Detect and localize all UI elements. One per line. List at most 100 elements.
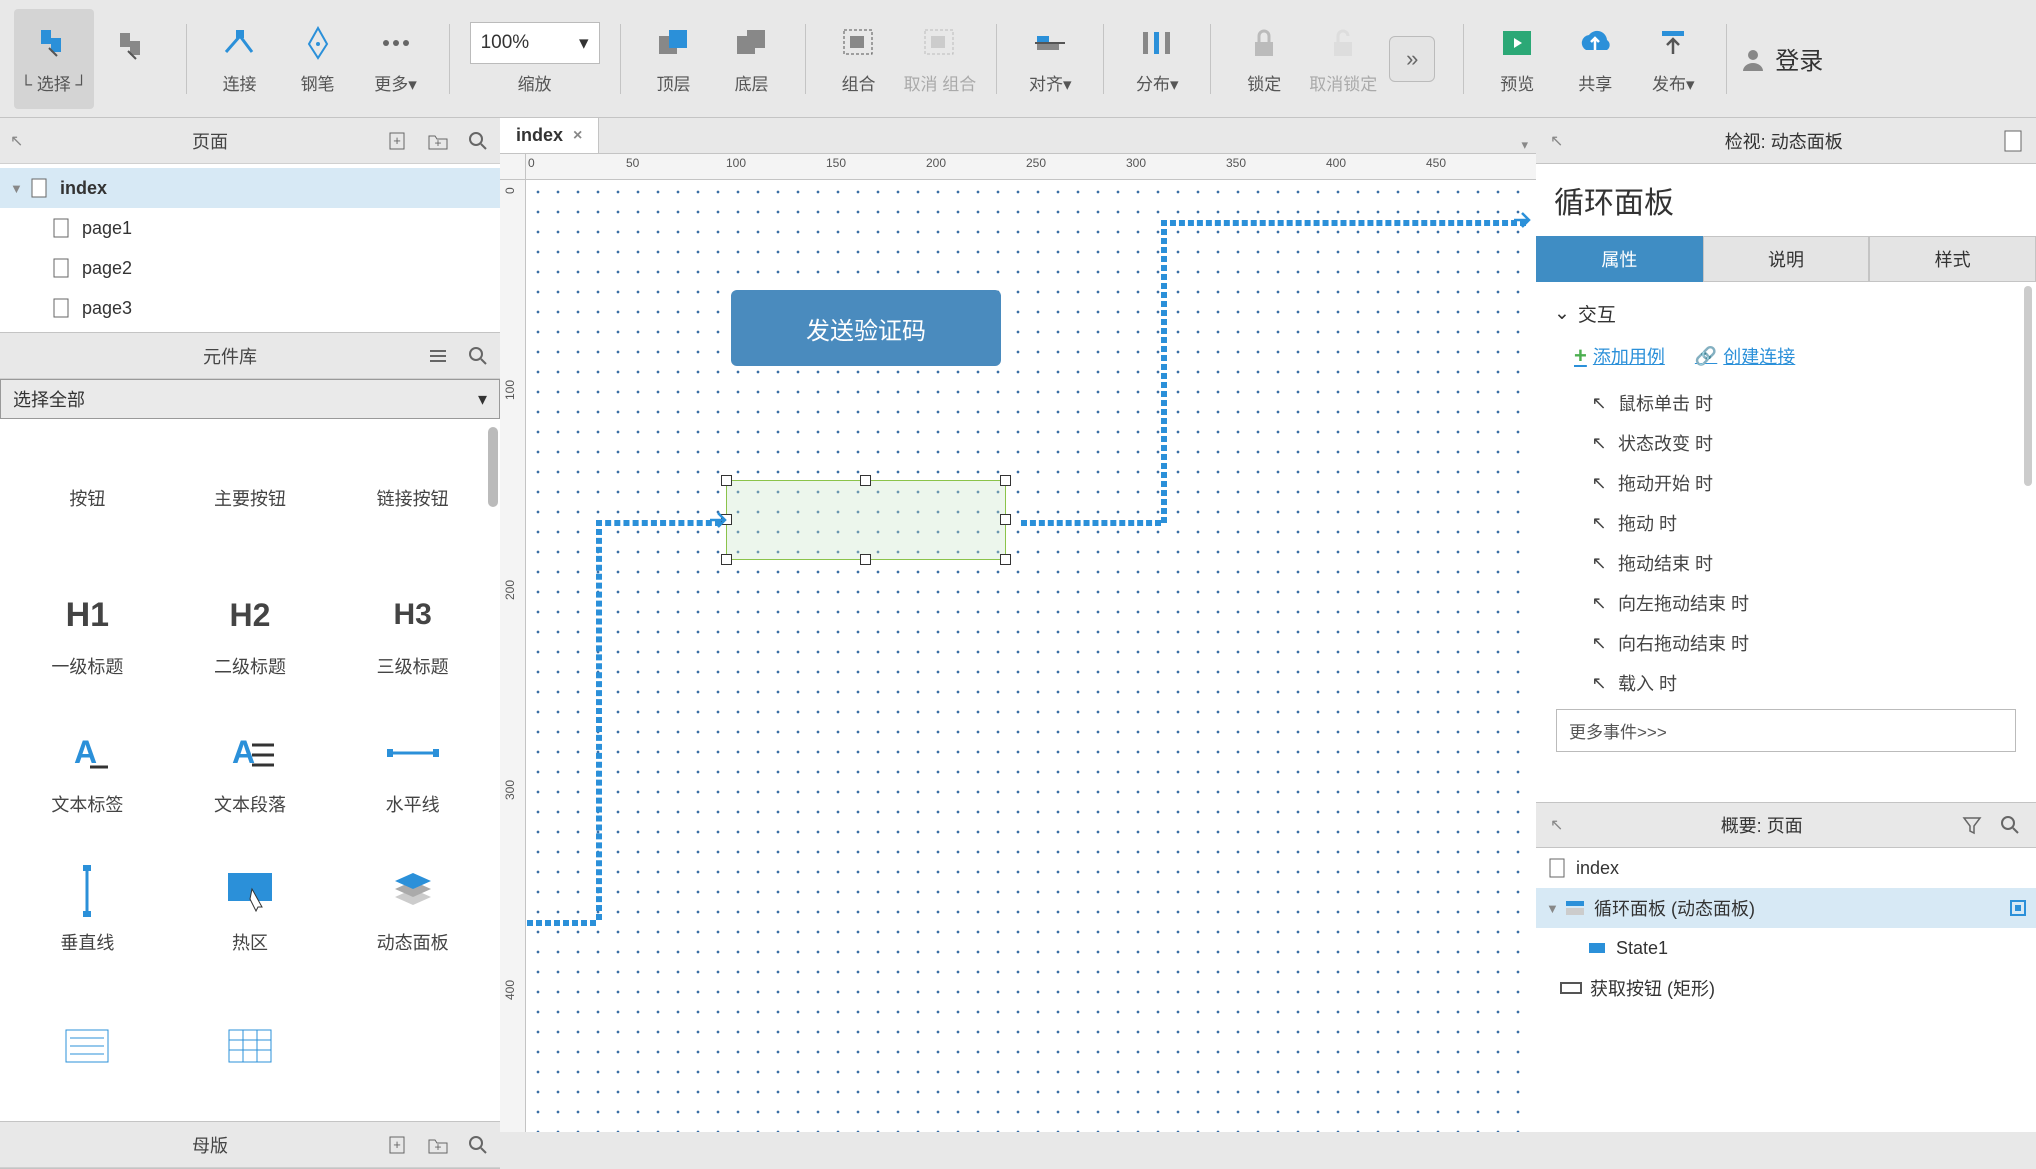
widget-dynamic-panel[interactable]: 动态面板	[335, 843, 490, 973]
ungroup-button[interactable]: 取消 组合	[898, 9, 983, 109]
chevron-down-icon[interactable]: ▼	[1546, 901, 1564, 916]
user-icon	[1741, 47, 1765, 71]
group-button[interactable]: 组合	[820, 9, 898, 109]
align-button[interactable]: 对齐▾	[1011, 9, 1089, 109]
menu-icon[interactable]	[426, 344, 450, 368]
horizontal-ruler[interactable]: 0 50 100 150 200 250 300 350 400 450	[526, 154, 1536, 180]
event-ondrag[interactable]: ↖拖动 时	[1554, 503, 2018, 543]
widget-primary-button[interactable]: 主要按钮	[173, 429, 328, 559]
tab-notes[interactable]: 说明	[1703, 236, 1870, 282]
event-onswiperight[interactable]: ↖向右拖动结束 时	[1554, 623, 2018, 663]
unlock-button[interactable]: 取消锁定	[1303, 9, 1383, 109]
page-item-page1[interactable]: page1	[0, 208, 500, 248]
pen-tool[interactable]: 钢笔	[279, 9, 357, 109]
event-ondragdrop[interactable]: ↖拖动结束 时	[1554, 543, 2018, 583]
add-folder-icon[interactable]: +	[426, 129, 450, 153]
zoom-control[interactable]: 100%▾ 缩放	[464, 9, 606, 109]
connect-tool[interactable]: 连接	[201, 9, 279, 109]
select-tool[interactable]: └ 选择 ┘	[14, 9, 94, 109]
chevron-down-icon[interactable]: ▼	[10, 181, 28, 196]
masters-title: 母版	[34, 1132, 386, 1158]
tab-index[interactable]: index ×	[500, 117, 599, 153]
more-tool[interactable]: 更多▾	[357, 9, 435, 109]
event-ondragstart[interactable]: ↖拖动开始 时	[1554, 463, 2018, 503]
cursor-icon: ↖	[1590, 554, 1608, 572]
connect-label: 连接	[223, 70, 257, 95]
outline-item-rect[interactable]: 获取按钮 (矩形)	[1536, 968, 2036, 1008]
popout-icon[interactable]: ↖	[1550, 131, 1563, 151]
search-icon[interactable]	[466, 1133, 490, 1157]
more-events-button[interactable]: 更多事件>>>	[1556, 709, 2016, 752]
search-icon[interactable]	[466, 129, 490, 153]
widget-vline[interactable]: 垂直线	[10, 843, 165, 973]
widget-hotspot[interactable]: 热区	[173, 843, 328, 973]
distribute-icon	[1134, 22, 1180, 64]
event-onclick[interactable]: ↖鼠标单击 时	[1554, 383, 2018, 423]
vertical-ruler[interactable]: 0 100 200 300 400	[500, 180, 526, 1132]
front-button[interactable]: 顶层	[635, 9, 713, 109]
overflow-button[interactable]: »	[1389, 36, 1435, 82]
event-onpanelstatechange[interactable]: ↖状态改变 时	[1554, 423, 2018, 463]
page-item-page3[interactable]: page3	[0, 288, 500, 328]
bring-front-icon	[651, 22, 697, 64]
share-button[interactable]: 共享	[1556, 9, 1634, 109]
event-onload[interactable]: ↖载入 时	[1554, 663, 2018, 703]
preview-button[interactable]: 预览	[1478, 9, 1556, 109]
widget-link-button[interactable]: 链接按钮	[335, 429, 490, 559]
outline-item-index[interactable]: index	[1536, 848, 2036, 888]
ellipsis-icon	[373, 22, 419, 64]
filter-icon[interactable]	[1960, 813, 1984, 837]
widget-label[interactable]: A文本标签	[10, 705, 165, 835]
chevron-down-icon[interactable]: ▾	[1521, 137, 1528, 153]
zoom-input[interactable]: 100%▾	[470, 22, 600, 64]
page-icon[interactable]	[2004, 130, 2022, 152]
login-button[interactable]: 登录	[1735, 33, 1829, 84]
page-item-index[interactable]: ▼ index	[0, 168, 500, 208]
select2-tool[interactable]: x	[94, 9, 172, 109]
widget-paragraph[interactable]: A文本段落	[173, 705, 328, 835]
widget-h1[interactable]: H1一级标题	[10, 567, 165, 697]
add-page-icon[interactable]: +	[386, 129, 410, 153]
popout-icon[interactable]: ↖	[1550, 815, 1563, 835]
close-tab-icon[interactable]: ×	[573, 127, 582, 145]
widget-hline[interactable]: 水平线	[335, 705, 490, 835]
back-button[interactable]: 底层	[713, 9, 791, 109]
canvas-widget-button[interactable]: 发送验证码	[731, 290, 1001, 366]
add-case-link[interactable]: +添加用例	[1574, 343, 1665, 369]
widget-h2[interactable]: H2二级标题	[173, 567, 328, 697]
search-icon[interactable]	[466, 344, 490, 368]
page-item-page2[interactable]: page2	[0, 248, 500, 288]
distribute-button[interactable]: 分布▾	[1118, 9, 1196, 109]
outline-item-state1[interactable]: State1	[1536, 928, 2036, 968]
select-icon	[31, 22, 77, 64]
widget-extra1[interactable]	[10, 981, 165, 1111]
add-master-icon[interactable]: +	[386, 1133, 410, 1157]
tab-style[interactable]: 样式	[1869, 236, 2036, 282]
create-link-link[interactable]: 🔗创建连接	[1695, 343, 1795, 369]
publish-button[interactable]: 发布▾	[1634, 9, 1712, 109]
pen-label: 钢笔	[301, 70, 335, 95]
widget-button[interactable]: 按钮	[10, 429, 165, 559]
event-onswipeleft[interactable]: ↖向左拖动结束 时	[1554, 583, 2018, 623]
dynamic-panel-icon	[1564, 900, 1586, 916]
scrollbar[interactable]	[488, 427, 498, 507]
widget-name-field[interactable]: 循环面板	[1536, 164, 2036, 236]
document-tabs: index × ▾	[500, 118, 1536, 154]
selected-dynamic-panel[interactable]	[726, 480, 1006, 560]
distribute-label: 分布	[1136, 75, 1170, 94]
add-folder-icon[interactable]: +	[426, 1133, 450, 1157]
widget-h3[interactable]: H3三级标题	[335, 567, 490, 697]
interactions-section[interactable]: ⌄ 交互	[1554, 292, 2018, 335]
tab-properties[interactable]: 属性	[1536, 236, 1703, 282]
outline-item-panel[interactable]: ▼ 循环面板 (动态面板)	[1536, 888, 2036, 928]
svg-text:A: A	[74, 734, 97, 770]
lock-button[interactable]: 锁定	[1225, 9, 1303, 109]
popout-icon[interactable]: ↖	[10, 131, 34, 151]
search-icon[interactable]	[1998, 813, 2022, 837]
align-label: 对齐	[1029, 75, 1063, 94]
scrollbar[interactable]	[2024, 286, 2032, 486]
library-selector[interactable]: 选择全部 ▾	[0, 379, 500, 419]
canvas[interactable]: 发送验证码	[526, 180, 1536, 1132]
widget-extra2[interactable]	[173, 981, 328, 1111]
connector-line	[526, 920, 596, 926]
